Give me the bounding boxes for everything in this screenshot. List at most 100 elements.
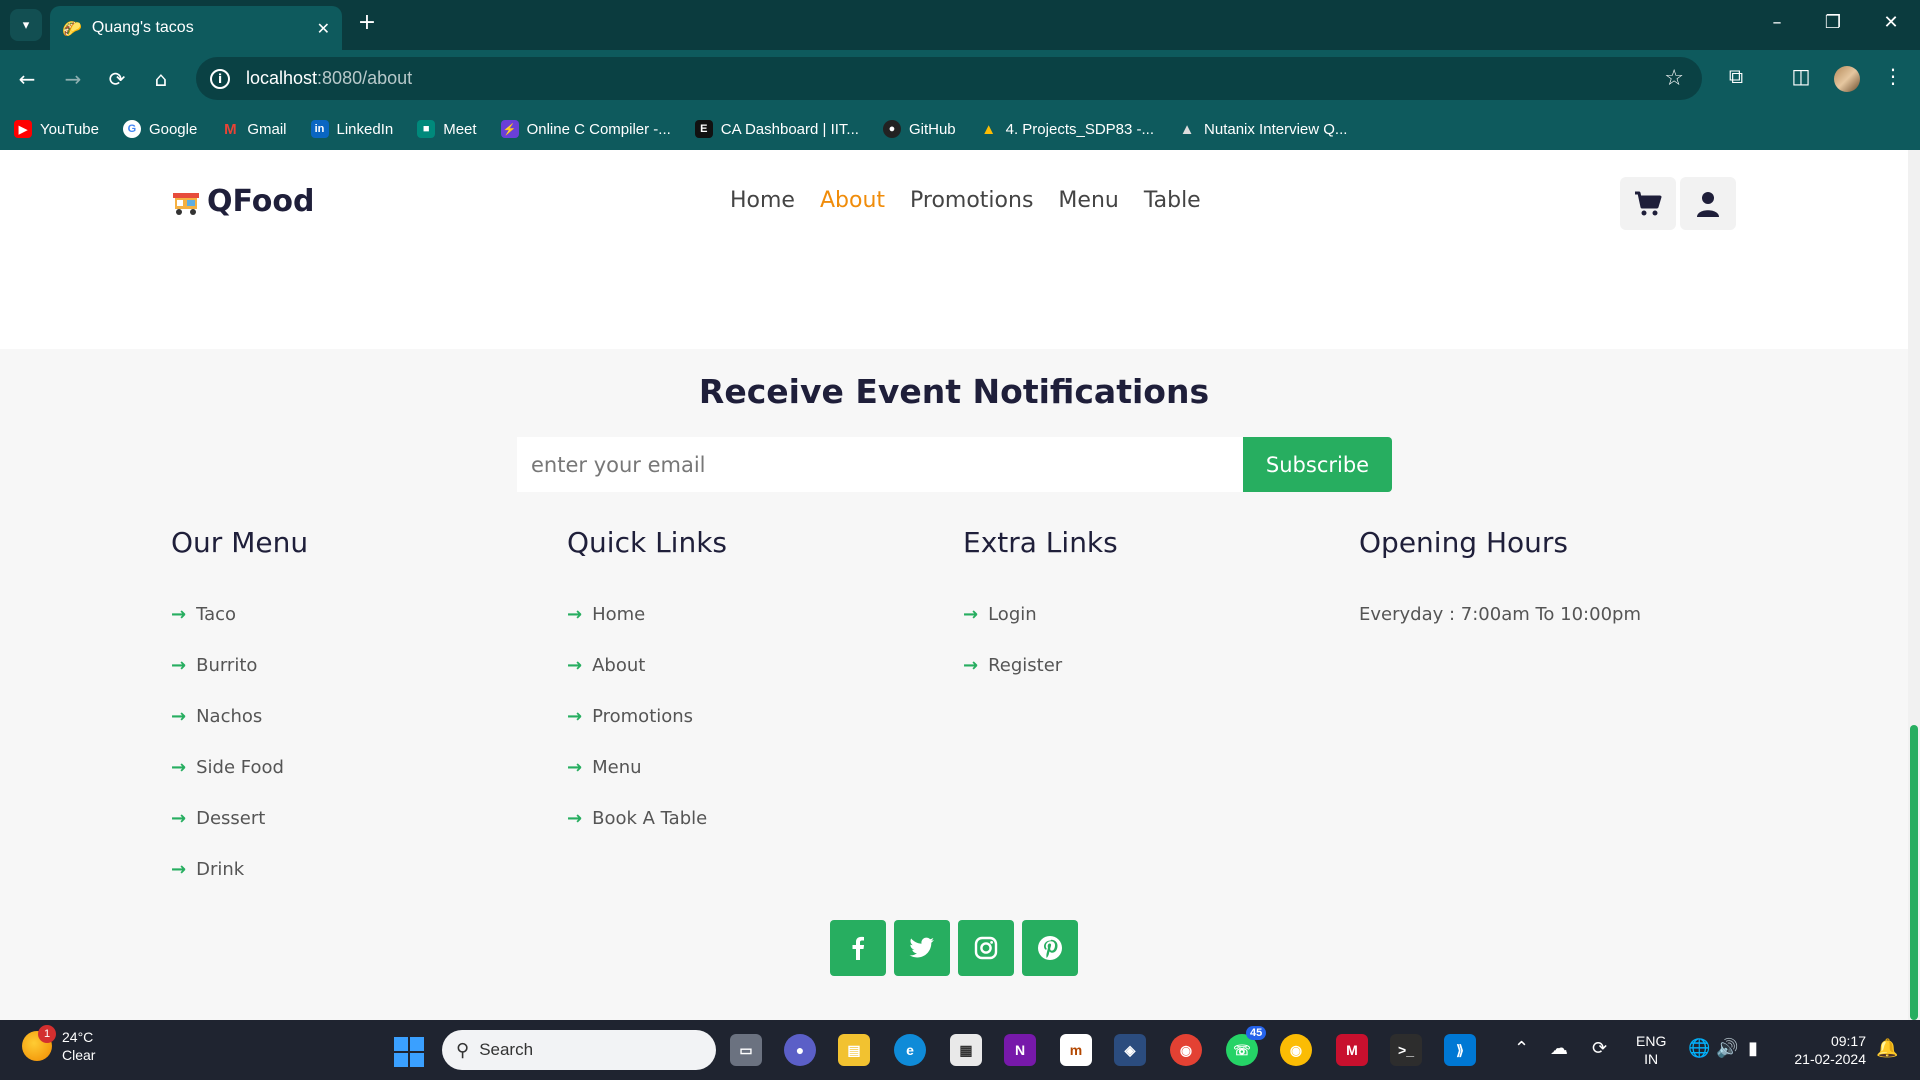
twitter-button[interactable] [894,920,950,976]
arrow-right-icon: → [171,859,187,880]
whatsapp-icon[interactable]: ☏ 45 [1226,1026,1267,1066]
quick-link-home[interactable]: → Home [567,589,727,640]
reload-icon[interactable]: ⟳ [102,64,132,94]
user-icon [1697,191,1719,217]
email-input[interactable] [517,437,1243,492]
url-path: :8080/about [317,68,413,88]
windows-taskbar: 1 24°C Clear ⚲ Search ▭ ● ▤ e ▦ N m ◈ ◉ … [0,1020,1920,1080]
tray-overflow-icon[interactable]: ⌃ [1514,1038,1529,1059]
microsoft-store-icon[interactable]: ▦ [950,1034,982,1066]
instagram-button[interactable] [958,920,1014,976]
new-tab-button[interactable]: + [352,10,382,35]
notification-bell-icon[interactable]: 🔔 [1876,1038,1898,1059]
cart-button[interactable] [1620,177,1676,230]
quick-link-book-table[interactable]: → Book A Table [567,793,727,844]
onenote-icon[interactable]: N [1004,1034,1036,1066]
volume-icon[interactable]: 🔊 [1716,1038,1738,1059]
language-indicator[interactable]: ENG IN [1636,1032,1666,1068]
edge-icon[interactable]: e [894,1034,926,1066]
chrome-profile-icon[interactable]: ◉ [1170,1034,1202,1066]
weather-condition: Clear [62,1047,96,1063]
mcafee-icon[interactable]: M [1336,1034,1368,1066]
nav-promotions[interactable]: Promotions [910,188,1033,213]
back-arrow-icon[interactable]: ← [12,64,42,94]
quick-link-about[interactable]: → About [567,640,727,691]
site-info-icon[interactable]: i [210,68,230,89]
bookmark-meet[interactable]: ■ Meet [417,120,477,138]
menu-link-burrito[interactable]: → Burrito [171,640,308,691]
social-links [830,920,1086,976]
nav-about[interactable]: About [820,188,885,213]
pinterest-button[interactable] [1022,920,1078,976]
arrow-right-icon: → [171,757,187,778]
nav-home[interactable]: Home [730,188,795,213]
minimize-button[interactable]: – [1762,12,1792,33]
file-explorer-icon[interactable]: ▤ [838,1034,870,1066]
quick-link-menu[interactable]: → Menu [567,742,727,793]
address-bar[interactable]: i localhost:8080/about ☆ [196,57,1702,100]
profile-avatar[interactable] [1834,66,1860,92]
arrow-right-icon: → [963,655,979,676]
extra-links-title: Extra Links [963,526,1118,559]
bookmark-youtube[interactable]: ▶ YouTube [14,120,99,138]
tab-search-button[interactable]: ▾ [10,9,42,41]
menu-link-nachos[interactable]: → Nachos [171,691,308,742]
facebook-button[interactable] [830,920,886,976]
bookmark-gmail[interactable]: M Gmail [221,120,286,138]
chrome-icon[interactable]: ◉ [1280,1034,1312,1066]
bookmark-projects-drive[interactable]: ▲ 4. Projects_SDP83 -... [980,120,1154,138]
nav-menu[interactable]: Menu [1058,188,1118,213]
bookmark-linkedin[interactable]: in LinkedIn [310,120,393,138]
site-logo[interactable]: QFood [171,184,314,219]
menu-link-dessert[interactable]: → Dessert [171,793,308,844]
browser-tab-strip: ▾ 🌮 Quang's tacos ✕ + – ❐ ✕ [0,0,1920,50]
onedrive-icon[interactable]: ☁ [1550,1038,1568,1059]
mysql-workbench-icon[interactable]: ◈ [1114,1034,1146,1066]
close-window-button[interactable]: ✕ [1876,12,1906,33]
weather-badge: 1 [38,1025,56,1043]
browser-tab[interactable]: 🌮 Quang's tacos ✕ [50,6,342,50]
network-icon[interactable]: 🌐 [1688,1038,1710,1059]
menu-link-side-food[interactable]: → Side Food [171,742,308,793]
quick-link-promotions[interactable]: → Promotions [567,691,727,742]
taskbar-search[interactable]: ⚲ Search [442,1030,716,1070]
start-button[interactable] [394,1037,424,1067]
subscribe-button[interactable]: Subscribe [1243,437,1392,492]
main-nav: Home About Promotions Menu Table [730,188,1226,213]
home-icon[interactable]: ⌂ [146,64,176,94]
task-view-icon[interactable]: ▭ [730,1034,762,1066]
site-header: QFood Home About Promotions Menu Table [0,150,1908,257]
arrow-right-icon: → [171,808,187,829]
menu-link-taco[interactable]: → Taco [171,589,308,640]
side-panel-icon[interactable]: ◫ [1786,64,1816,88]
bookmark-star-icon[interactable]: ☆ [1664,66,1684,91]
logo-text: QFood [207,184,315,219]
vscode-icon[interactable]: ⟫ [1444,1034,1476,1066]
menu-link-drink[interactable]: → Drink [171,844,308,895]
bookmark-ca-dashboard[interactable]: E CA Dashboard | IIT... [694,120,859,138]
restore-button[interactable]: ❐ [1818,12,1848,33]
browser-menu-icon[interactable]: ⋮ [1878,64,1908,88]
close-tab-icon[interactable]: ✕ [317,19,330,38]
bookmark-online-c-compiler[interactable]: ⚡ Online C Compiler -... [500,120,671,138]
terminal-icon[interactable]: >_ [1390,1034,1422,1066]
bookmark-github[interactable]: ● GitHub [882,120,956,138]
whatsapp-badge: 45 [1246,1026,1267,1040]
scrollbar-thumb[interactable] [1910,725,1918,1020]
extra-link-login[interactable]: → Login [963,589,1118,640]
nav-table[interactable]: Table [1144,188,1201,213]
system-clock[interactable]: 09:17 21-02-2024 [1786,1032,1866,1068]
user-button[interactable] [1680,177,1736,230]
battery-icon[interactable]: ▮ [1748,1038,1758,1059]
weather-widget[interactable]: 1 24°C Clear [22,1025,96,1064]
extensions-icon[interactable]: ⧉ [1721,64,1751,88]
bookmark-nutanix[interactable]: ▲ Nutanix Interview Q... [1178,120,1348,138]
extra-link-register[interactable]: → Register [963,640,1118,691]
moodle-icon[interactable]: m [1060,1034,1092,1066]
bookmark-google[interactable]: G Google [122,120,197,138]
forward-arrow-icon[interactable]: → [58,64,88,94]
newsletter-title: Receive Event Notifications [698,372,1210,411]
opening-hours-text: Everyday : 7:00am To 10:00pm [1359,604,1641,625]
sync-icon[interactable]: ⟳ [1592,1038,1607,1059]
teams-chat-icon[interactable]: ● [784,1034,816,1066]
